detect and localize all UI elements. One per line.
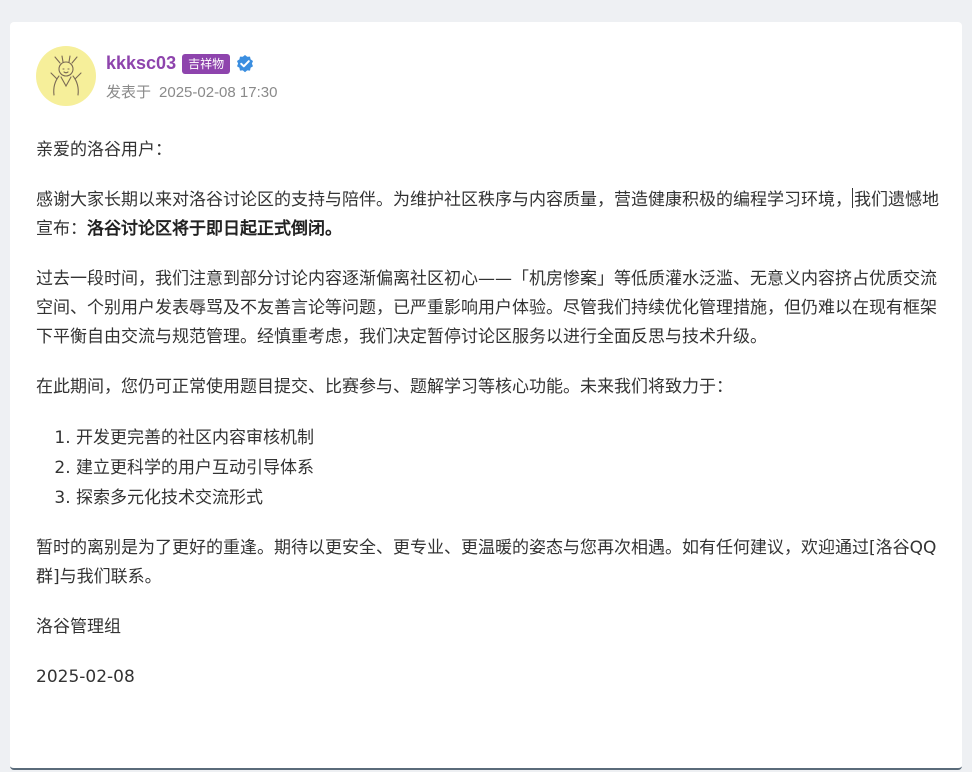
post-card: kkksc03 吉祥物 发表于 2025-02-08 17:30 亲爱的洛谷用户：…	[10, 22, 962, 770]
author-meta: kkksc03 吉祥物 发表于 2025-02-08 17:30	[106, 51, 277, 102]
list-item: 建立更科学的用户互动引导体系	[76, 453, 946, 483]
paragraph-reason: 过去一段时间，我们注意到部分讨论内容逐渐偏离社区初心——「机房惨案」等低质灌水泛…	[36, 269, 937, 347]
verified-check-icon	[235, 54, 255, 74]
list-item: 探索多元化技术交流形式	[76, 483, 946, 513]
author-username[interactable]: kkksc03	[106, 53, 176, 74]
paragraph-meantime: 在此期间，您仍可正常使用题目提交、比赛参与、题解学习等核心功能。未来我们将致力于…	[36, 377, 733, 397]
avatar-sketch-icon	[50, 55, 82, 96]
author-badge: 吉祥物	[182, 53, 231, 74]
announcement-intro: 感谢大家长期以来对洛谷讨论区的支持与陪伴。为维护社区秩序与内容质量，营造健康积极…	[36, 190, 852, 210]
announcement-highlight: 洛谷讨论区将于即日起正式倒闭。	[87, 219, 342, 239]
list-item: 开发更完善的社区内容审核机制	[76, 423, 946, 453]
greeting: 亲爱的洛谷用户：	[36, 140, 172, 160]
paragraph-farewell: 暂时的离别是为了更好的重逢。期待以更安全、更专业、更温暖的姿态与您再次相遇。如有…	[36, 538, 937, 587]
paragraph-announcement: 感谢大家长期以来对洛谷讨论区的支持与陪伴。为维护社区秩序与内容质量，营造健康积极…	[36, 186, 946, 244]
text-cursor	[852, 188, 853, 208]
author-name-row: kkksc03 吉祥物	[106, 51, 277, 77]
avatar[interactable]	[36, 46, 96, 106]
post-time-row: 发表于 2025-02-08 17:30	[106, 81, 277, 102]
post-header: kkksc03 吉祥物 发表于 2025-02-08 17:30	[36, 44, 277, 108]
signature: 洛谷管理组	[36, 617, 121, 637]
post-content: 亲爱的洛谷用户： 感谢大家长期以来对洛谷讨论区的支持与陪伴。为维护社区秩序与内容…	[36, 136, 946, 713]
posted-label: 发表于	[106, 83, 152, 101]
plan-list: 开发更完善的社区内容审核机制 建立更科学的用户互动引导体系 探索多元化技术交流形…	[36, 423, 946, 513]
signature-date: 2025-02-08	[36, 667, 135, 687]
posted-time: 2025-02-08 17:30	[159, 83, 278, 101]
